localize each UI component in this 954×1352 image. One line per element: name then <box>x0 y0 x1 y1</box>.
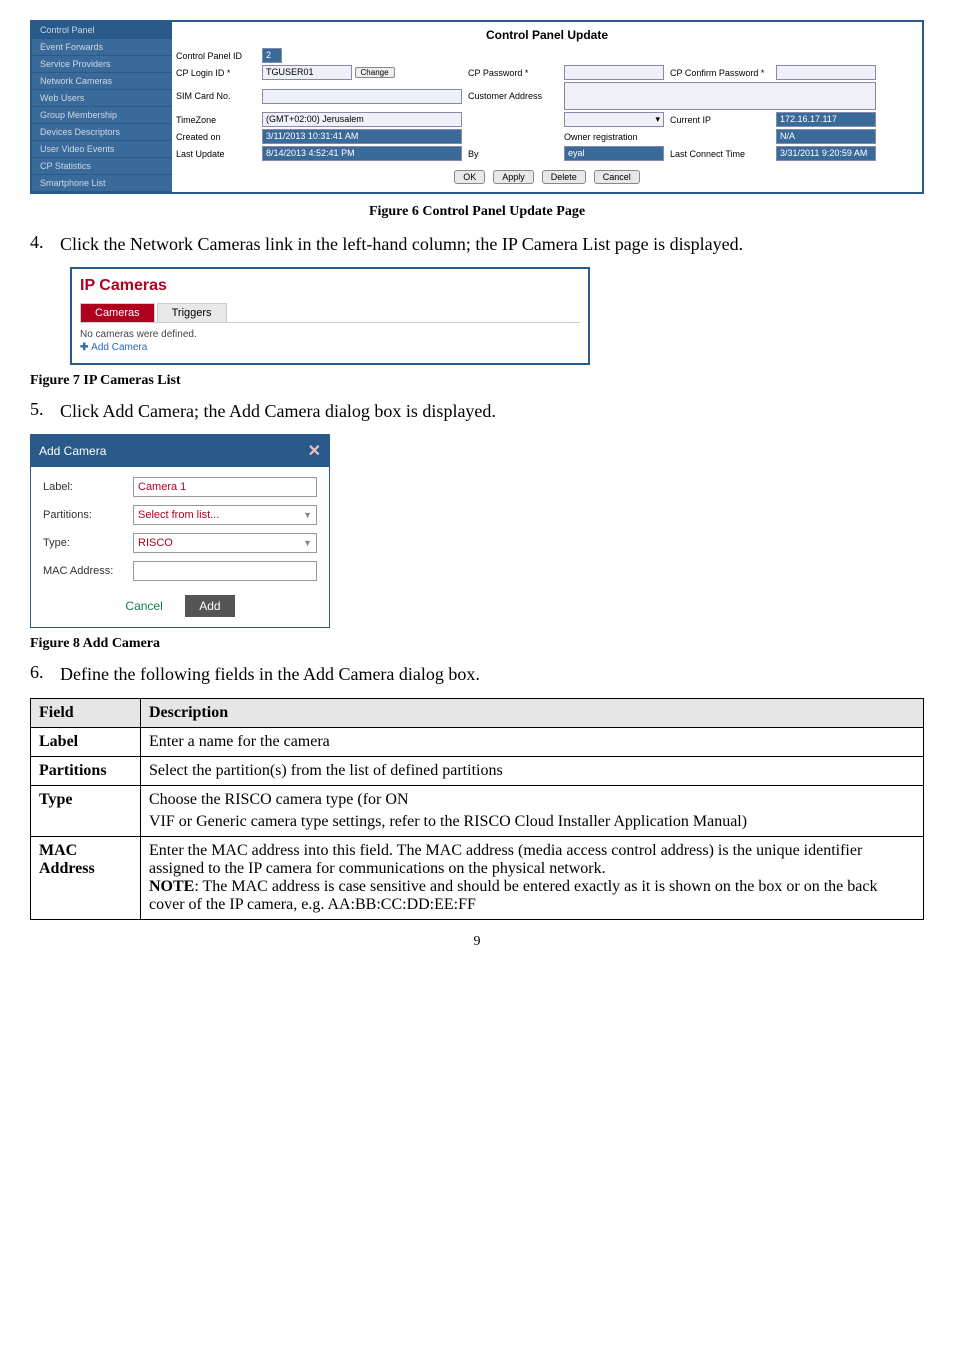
no-cameras-msg: No cameras were defined. <box>80 323 580 342</box>
cpl-pwconfirm-input[interactable] <box>776 65 876 80</box>
td-label-f: Label <box>31 727 141 756</box>
dlg-cancel-button[interactable]: Cancel <box>125 599 162 613</box>
dlg-label-label: Label: <box>43 481 133 493</box>
close-icon[interactable]: ✕ <box>308 441 321 461</box>
cpl-label-addr: Customer Address <box>468 91 558 101</box>
cpl-sim-input[interactable] <box>262 89 462 104</box>
figure-6-caption: Figure 6 Control Panel Update Page <box>30 204 924 220</box>
page-number: 9 <box>30 934 924 950</box>
dlg-select-type[interactable]: RISCO <box>133 533 317 553</box>
td-mac-f: MAC Address <box>31 836 141 919</box>
tab-triggers[interactable]: Triggers <box>157 303 227 322</box>
cpl-label-sim: SIM Card No. <box>176 91 256 101</box>
tab-cameras[interactable]: Cameras <box>80 303 155 322</box>
cpl-change-button[interactable]: Change <box>355 67 395 78</box>
cpl-login-value[interactable]: TGUSER01 <box>262 65 352 80</box>
step-6: 6. Define the following fields in the Ad… <box>30 662 924 687</box>
sidebar-item-user-video-events[interactable]: User Video Events <box>32 141 172 158</box>
step-4: 4. Click the Network Cameras link in the… <box>30 232 924 257</box>
cpl-title: Control Panel Update <box>174 24 920 46</box>
cpl-label-curip: Current IP <box>670 115 770 125</box>
td-partitions-f: Partitions <box>31 756 141 785</box>
cpl-label-id: Control Panel ID <box>176 51 256 61</box>
td-partitions-d: Select the partition(s) from the list of… <box>141 756 924 785</box>
sidebar-item-service-providers[interactable]: Service Providers <box>32 56 172 73</box>
ip-cameras-title: IP Cameras <box>80 273 580 299</box>
dlg-select-partitions[interactable]: Select from list... <box>133 505 317 525</box>
cpl-owner-value: N/A <box>776 129 876 144</box>
th-field: Field <box>31 698 141 727</box>
cpl-label-owner: Owner registration <box>564 132 664 142</box>
cpl-label-pwconfirm: CP Confirm Password * <box>670 68 770 78</box>
sidebar-item-event-forwards[interactable]: Event Forwards <box>32 39 172 56</box>
cpl-delete-button[interactable]: Delete <box>542 170 586 184</box>
cpl-label-pw: CP Password * <box>468 68 558 78</box>
cpl-id-value: 2 <box>262 48 282 63</box>
cpl-label-tz: TimeZone <box>176 115 256 125</box>
td-type-d: Choose the RISCO camera type (for ON VIF… <box>141 785 924 836</box>
cpl-lastup-value: 8/14/2013 4:52:41 PM <box>262 146 462 161</box>
field-description-table: Field Description Label Enter a name for… <box>30 698 924 920</box>
sidebar-item-control-panel[interactable]: Control Panel <box>32 22 172 39</box>
cpl-apply-button[interactable]: Apply <box>493 170 534 184</box>
add-camera-link[interactable]: Add Camera <box>80 342 580 353</box>
cpl-label-login: CP Login ID * <box>176 68 256 78</box>
cpl-cancel-button[interactable]: Cancel <box>594 170 640 184</box>
sidebar-item-web-users[interactable]: Web Users <box>32 90 172 107</box>
cpl-addr-input[interactable] <box>564 82 876 110</box>
figure-8-caption: Figure 8 Add Camera <box>30 636 924 652</box>
th-description: Description <box>141 698 924 727</box>
step-6-num: 6. <box>30 662 60 687</box>
step-5-num: 5. <box>30 399 60 424</box>
step-6-text: Define the following fields in the Add C… <box>60 662 924 687</box>
cpl-label-by: By <box>468 149 558 159</box>
cpl-lct-value: 3/31/2011 9:20:59 AM <box>776 146 876 161</box>
cpl-sidebar: Control Panel Event Forwards Service Pro… <box>32 22 172 192</box>
cpl-label-lastup: Last Update <box>176 149 256 159</box>
dlg-label-partitions: Partitions: <box>43 509 133 521</box>
step-4-num: 4. <box>30 232 60 257</box>
dlg-input-label[interactable]: Camera 1 <box>133 477 317 497</box>
cpl-ok-button[interactable]: OK <box>454 170 485 184</box>
td-type-f: Type <box>31 785 141 836</box>
ip-cameras-screenshot: IP Cameras Cameras Triggers No cameras w… <box>70 267 590 365</box>
cpl-tz-value[interactable]: (GMT+02:00) Jerusalem <box>262 112 462 127</box>
step-5: 5. Click Add Camera; the Add Camera dial… <box>30 399 924 424</box>
step-5-text: Click Add Camera; the Add Camera dialog … <box>60 399 924 424</box>
td-label-d: Enter a name for the camera <box>141 727 924 756</box>
dialog-title: Add Camera <box>39 444 106 458</box>
cpl-pw-input[interactable] <box>564 65 664 80</box>
cpl-label-created: Created on <box>176 132 256 142</box>
sidebar-item-devices-descriptors[interactable]: Devices Descriptors <box>32 124 172 141</box>
step-4-text: Click the Network Cameras link in the le… <box>60 232 924 257</box>
sidebar-item-group-membership[interactable]: Group Membership <box>32 107 172 124</box>
add-camera-dialog: Add Camera ✕ Label: Camera 1 Partitions:… <box>30 434 330 628</box>
figure-7-caption: Figure 7 IP Cameras List <box>30 373 924 389</box>
sidebar-item-cp-statistics[interactable]: CP Statistics <box>32 158 172 175</box>
cpl-tz-dropdown[interactable]: ▾ <box>564 112 664 127</box>
dlg-label-type: Type: <box>43 537 133 549</box>
dlg-add-button[interactable]: Add <box>185 595 234 617</box>
sidebar-item-network-cameras[interactable]: Network Cameras <box>32 73 172 90</box>
cpl-created-value: 3/11/2013 10:31:41 AM <box>262 129 462 144</box>
sidebar-item-smartphone-list[interactable]: Smartphone List <box>32 175 172 192</box>
control-panel-update-screenshot: Control Panel Event Forwards Service Pro… <box>30 20 924 194</box>
dlg-input-mac[interactable] <box>133 561 317 581</box>
td-mac-d: Enter the MAC address into this field. T… <box>141 836 924 919</box>
cpl-label-lct: Last Connect Time <box>670 149 770 159</box>
cpl-by-value: eyal <box>564 146 664 161</box>
cpl-curip-value: 172.16.17.117 <box>776 112 876 127</box>
dlg-label-mac: MAC Address: <box>43 565 133 577</box>
